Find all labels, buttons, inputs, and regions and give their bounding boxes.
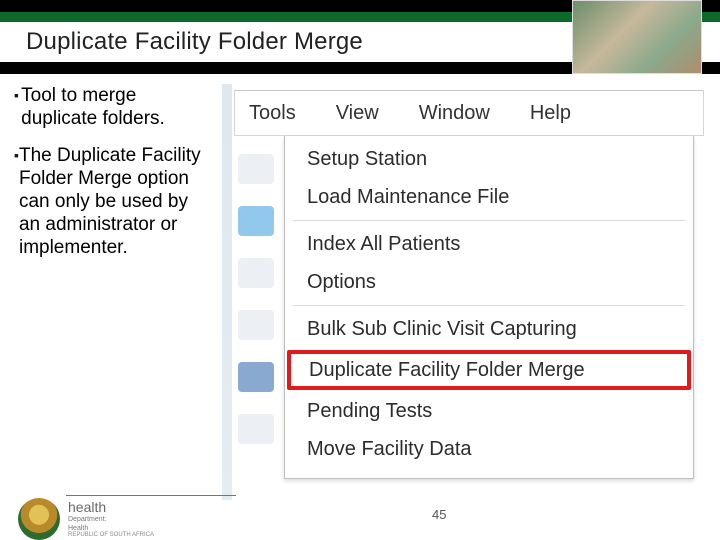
menubar: Tools View Window Help: [234, 90, 704, 136]
menu-view[interactable]: View: [336, 102, 379, 125]
app-screenshot: Tools View Window Help Setup Station Loa…: [222, 84, 720, 500]
menu-separator: [293, 220, 685, 221]
header-band: Duplicate Facility Folder Merge: [0, 0, 720, 74]
menu-item-index-all-patients[interactable]: Index All Patients: [285, 225, 693, 263]
menu-window[interactable]: Window: [419, 102, 490, 125]
footer-text: health Department: Health REPUBLIC OF SO…: [68, 500, 154, 538]
menu-item-duplicate-facility-folder-merge[interactable]: Duplicate Facility Folder Merge: [287, 350, 691, 390]
bullet-text: Tool to merge duplicate folders.: [21, 84, 210, 130]
footer-dept: health: [68, 500, 154, 514]
menu-tools[interactable]: Tools: [249, 102, 296, 125]
footer-line3: Health: [68, 525, 154, 532]
tools-dropdown: Setup Station Load Maintenance File Inde…: [284, 136, 694, 479]
list-item: ▪ The Duplicate Facility Folder Merge op…: [14, 144, 210, 259]
bullet-list: ▪ Tool to merge duplicate folders. ▪ The…: [14, 84, 210, 273]
footer-logo: health Department: Health REPUBLIC OF SO…: [18, 498, 154, 540]
header-photo: [572, 0, 702, 74]
menu-item-options[interactable]: Options: [285, 263, 693, 301]
menu-item-move-facility-data[interactable]: Move Facility Data: [285, 430, 693, 468]
footer-line4: REPUBLIC OF SOUTH AFRICA: [68, 532, 154, 538]
menu-item-bulk-sub-clinic[interactable]: Bulk Sub Clinic Visit Capturing: [285, 310, 693, 348]
menu-item-setup-station[interactable]: Setup Station: [285, 140, 693, 178]
page-title: Duplicate Facility Folder Merge: [0, 28, 363, 56]
coat-of-arms-icon: [18, 498, 60, 540]
toolbar-background: [238, 154, 284, 494]
list-item: ▪ Tool to merge duplicate folders.: [14, 84, 210, 130]
menu-item-load-maintenance-file[interactable]: Load Maintenance File: [285, 178, 693, 216]
bullet-text: The Duplicate Facility Folder Merge opti…: [19, 144, 210, 259]
footer-divider: [66, 495, 236, 496]
menu-help[interactable]: Help: [530, 102, 571, 125]
menu-separator: [293, 305, 685, 306]
slide: Duplicate Facility Folder Merge ▪ Tool t…: [0, 0, 720, 540]
bullet-icon: ▪: [14, 84, 21, 130]
menu-item-pending-tests[interactable]: Pending Tests: [285, 392, 693, 430]
footer-line2: Department:: [68, 516, 154, 523]
app-edge: [222, 84, 232, 500]
body: ▪ Tool to merge duplicate folders. ▪ The…: [0, 84, 720, 504]
page-number: 45: [432, 507, 446, 522]
